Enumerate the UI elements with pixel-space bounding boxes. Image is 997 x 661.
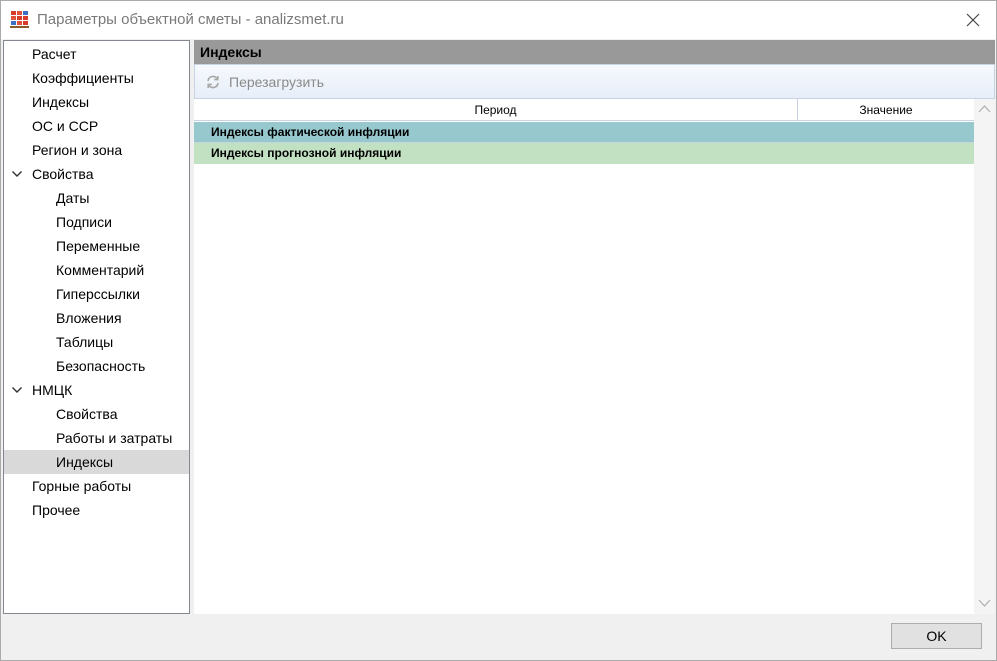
close-icon xyxy=(966,13,980,27)
ok-button[interactable]: OK xyxy=(891,623,982,649)
nav-item-label: Прочее xyxy=(32,502,81,518)
nav-item-label: Вложения xyxy=(56,310,122,326)
refresh-icon xyxy=(207,75,219,89)
nav-item-label: Свойства xyxy=(56,406,118,422)
nav-item-label: Расчет xyxy=(32,46,77,62)
nav-item-подписи[interactable]: Подписи xyxy=(4,210,189,234)
nav-item-индексы[interactable]: Индексы xyxy=(4,450,189,474)
panel-title: Индексы xyxy=(194,40,995,64)
nav-item-индексы[interactable]: Индексы xyxy=(4,90,189,114)
window-title: Параметры объектной сметы - analizsmet.r… xyxy=(37,11,344,28)
nav-item-нмцк[interactable]: НМЦК xyxy=(4,378,189,402)
chevron-down-icon[interactable] xyxy=(11,169,23,179)
title-bar: Параметры объектной сметы - analizsmet.r… xyxy=(1,1,996,39)
reload-label: Перезагрузить xyxy=(229,74,324,90)
close-button[interactable] xyxy=(950,1,996,39)
nav-item-label: Регион и зона xyxy=(32,142,123,158)
nav-item-label: НМЦК xyxy=(32,382,73,398)
nav-item-label: Свойства xyxy=(32,166,94,182)
column-header-period[interactable]: Период xyxy=(194,99,798,121)
scroll-up-icon[interactable] xyxy=(978,104,991,114)
nav-item-комментарий[interactable]: Комментарий xyxy=(4,258,189,282)
nav-item-label: Гиперссылки xyxy=(56,286,140,302)
nav-item-label: Безопасность xyxy=(56,358,146,374)
group-row-forecast-inflation[interactable]: Индексы прогнозной инфляции xyxy=(194,143,974,164)
dialog-window: Параметры объектной сметы - analizsmet.r… xyxy=(0,0,997,661)
nav-item-label: Подписи xyxy=(56,214,112,230)
reload-button[interactable]: Перезагрузить xyxy=(205,71,324,93)
nav-item-безопасность[interactable]: Безопасность xyxy=(4,354,189,378)
nav-item-работы-и-затраты[interactable]: Работы и затраты xyxy=(4,426,189,450)
grid-header: Период Значение xyxy=(194,99,974,121)
nav-item-даты[interactable]: Даты xyxy=(4,186,189,210)
nav-item-label: Работы и затраты xyxy=(56,430,173,446)
nav-item-label: Даты xyxy=(56,190,90,206)
nav-item-таблицы[interactable]: Таблицы xyxy=(4,330,189,354)
app-icon xyxy=(10,11,29,28)
nav-item-свойства[interactable]: Свойства xyxy=(4,402,189,426)
nav-item-прочее[interactable]: Прочее xyxy=(4,498,189,522)
nav-item-вложения[interactable]: Вложения xyxy=(4,306,189,330)
group-row-actual-inflation[interactable]: Индексы фактической инфляции xyxy=(194,122,974,143)
nav-item-label: Коэффициенты xyxy=(32,70,134,86)
nav-item-label: Индексы xyxy=(32,94,90,110)
nav-item-переменные[interactable]: Переменные xyxy=(4,234,189,258)
vertical-scrollbar[interactable] xyxy=(974,99,995,614)
nav-item-ос-и-сср[interactable]: ОС и ССР xyxy=(4,114,189,138)
settings-nav-tree: Расчет Коэффициенты Индексы ОС и ССР Регион … xyxy=(3,40,190,614)
nav-item-label: Горные работы xyxy=(32,478,132,494)
nav-item-label: Переменные xyxy=(56,238,141,254)
nav-item-горные-работы[interactable]: Горные работы xyxy=(4,474,189,498)
nav-item-label: ОС и ССР xyxy=(32,118,99,134)
nav-item-гиперссылки[interactable]: Гиперссылки xyxy=(4,282,189,306)
nav-item-label: Таблицы xyxy=(56,334,114,350)
chevron-down-icon[interactable] xyxy=(11,385,23,395)
nav-item-label: Комментарий xyxy=(56,262,145,278)
nav-item-коэффициенты[interactable]: Коэффициенты xyxy=(4,66,189,90)
content-panel: Индексы Перезагрузить Период Значение Ин… xyxy=(194,40,995,614)
scroll-down-icon[interactable] xyxy=(978,598,991,608)
nav-item-расчет[interactable]: Расчет xyxy=(4,42,189,66)
nav-item-свойства[interactable]: Свойства xyxy=(4,162,189,186)
toolbar: Перезагрузить xyxy=(194,64,995,99)
nav-item-регион-и-зона[interactable]: Регион и зона xyxy=(4,138,189,162)
column-header-value[interactable]: Значение xyxy=(798,99,974,121)
nav-item-label: Индексы xyxy=(56,454,114,470)
